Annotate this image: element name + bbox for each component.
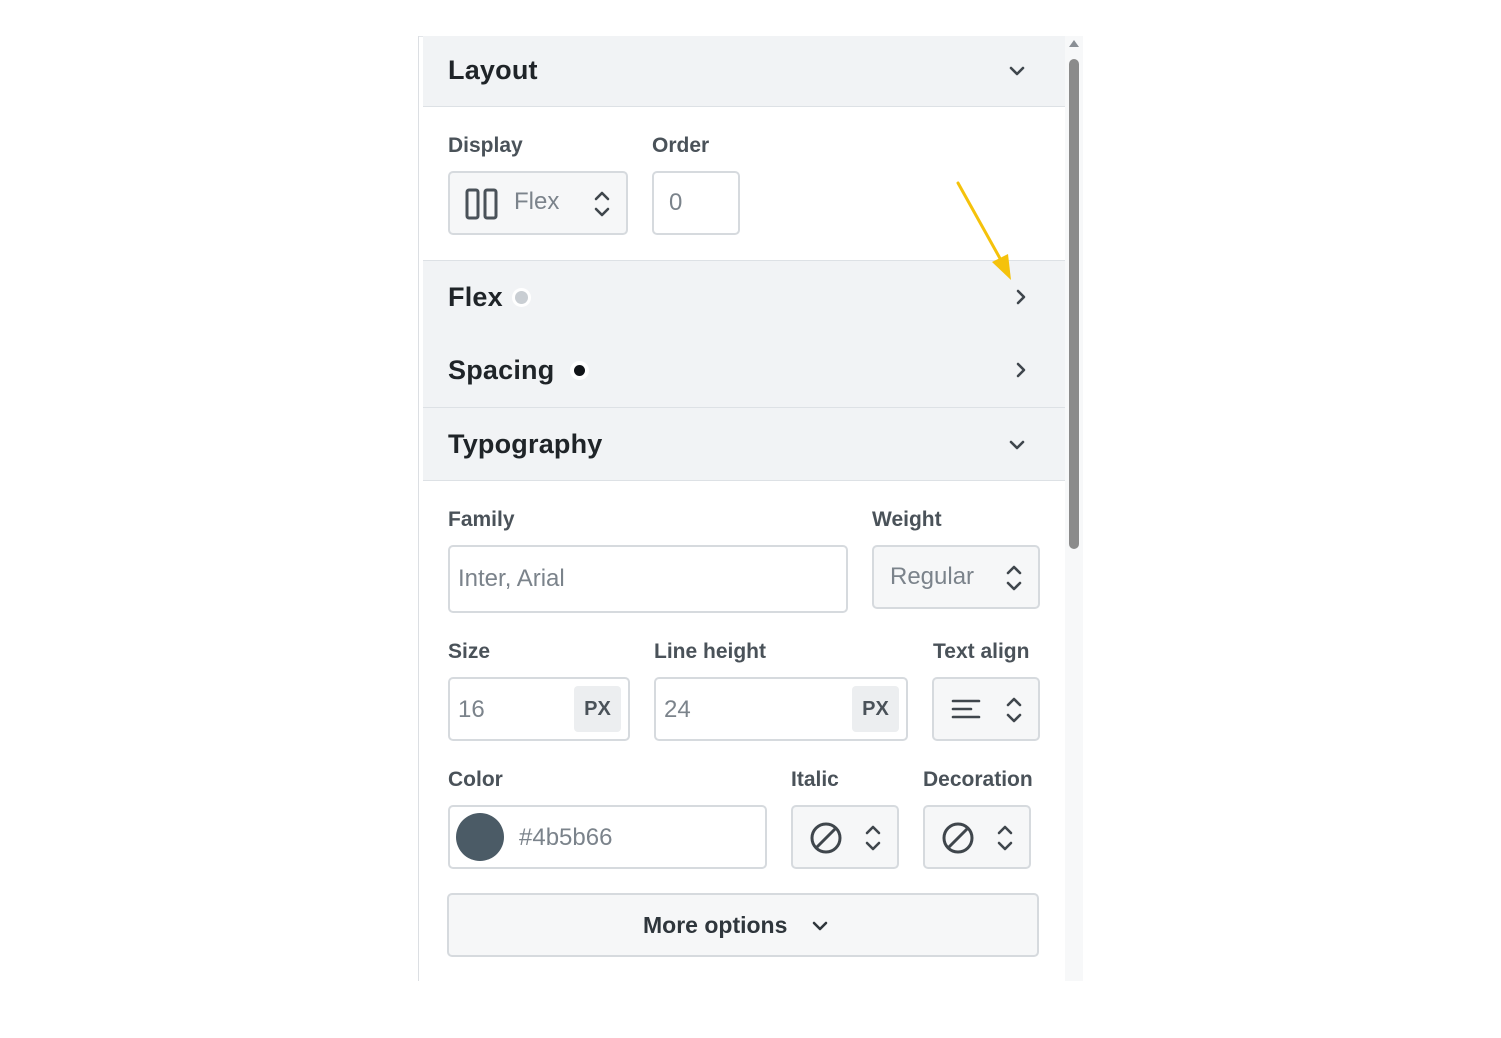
- stepper-icon: [865, 825, 881, 851]
- family-input[interactable]: Inter, Arial: [448, 545, 848, 613]
- more-options-button[interactable]: More options: [447, 893, 1039, 957]
- section-flex-title: Flex: [448, 282, 503, 312]
- weight-label: Weight: [872, 508, 942, 531]
- display-value: Flex: [514, 188, 560, 215]
- chevron-down-icon[interactable]: [1006, 434, 1028, 456]
- order-label: Order: [652, 134, 710, 157]
- size-unit-button[interactable]: PX: [574, 686, 621, 732]
- display-select[interactable]: Flex: [448, 171, 628, 235]
- section-layout-header[interactable]: Layout: [423, 36, 1065, 107]
- line-height-label: Line height: [654, 640, 766, 663]
- none-icon: [810, 822, 842, 854]
- stepper-icon: [997, 825, 1013, 851]
- stepper-icon: [1006, 565, 1022, 591]
- decoration-select[interactable]: [923, 805, 1031, 869]
- family-label: Family: [448, 508, 515, 531]
- weight-value: Regular: [890, 563, 975, 590]
- align-left-icon: [951, 699, 981, 719]
- section-typography-title: Typography: [448, 429, 603, 459]
- size-placeholder: 16: [458, 696, 485, 723]
- section-spacing-title: Spacing: [448, 355, 555, 385]
- line-height-unit-button[interactable]: PX: [852, 686, 899, 732]
- chevron-down-icon: [812, 921, 828, 931]
- stepper-icon: [1006, 697, 1022, 723]
- stepper-icon: [594, 191, 610, 217]
- annotation-arrow-icon: [956, 181, 1011, 280]
- italic-select[interactable]: [791, 805, 899, 869]
- chevron-right-icon[interactable]: [1010, 286, 1032, 308]
- color-label: Color: [448, 768, 503, 791]
- color-placeholder: #4b5b66: [519, 824, 613, 851]
- section-layout-title: Layout: [448, 55, 538, 85]
- display-flex-icon: [465, 188, 498, 220]
- decoration-label: Decoration: [923, 768, 1033, 791]
- section-typography-header[interactable]: Typography: [423, 408, 1065, 481]
- chevron-down-icon[interactable]: [1006, 60, 1028, 82]
- more-options-label: More options: [643, 912, 788, 938]
- scroll-up-arrow-icon[interactable]: [1069, 40, 1079, 47]
- order-input[interactable]: 0: [652, 171, 740, 235]
- line-height-input[interactable]: 24 PX: [654, 677, 908, 741]
- none-icon: [942, 822, 974, 854]
- color-swatch[interactable]: [456, 813, 504, 861]
- size-label: Size: [448, 640, 491, 663]
- color-input[interactable]: #4b5b66: [448, 805, 767, 869]
- section-spacing-header[interactable]: Spacing: [423, 334, 1065, 408]
- chevron-right-icon[interactable]: [1010, 359, 1032, 381]
- scrollbar-thumb[interactable]: [1069, 59, 1079, 549]
- text-align-label: Text align: [933, 640, 1030, 663]
- weight-select[interactable]: Regular: [872, 545, 1040, 609]
- text-align-select[interactable]: [932, 677, 1040, 741]
- set-indicator-dot: [574, 365, 585, 376]
- italic-label: Italic: [791, 768, 839, 791]
- order-placeholder: 0: [669, 189, 683, 216]
- line-height-placeholder: 24: [664, 696, 691, 723]
- family-placeholder: Inter, Arial: [458, 565, 565, 592]
- unset-indicator-dot: [515, 291, 528, 304]
- display-label: Display: [448, 134, 523, 157]
- size-input[interactable]: 16 PX: [448, 677, 630, 741]
